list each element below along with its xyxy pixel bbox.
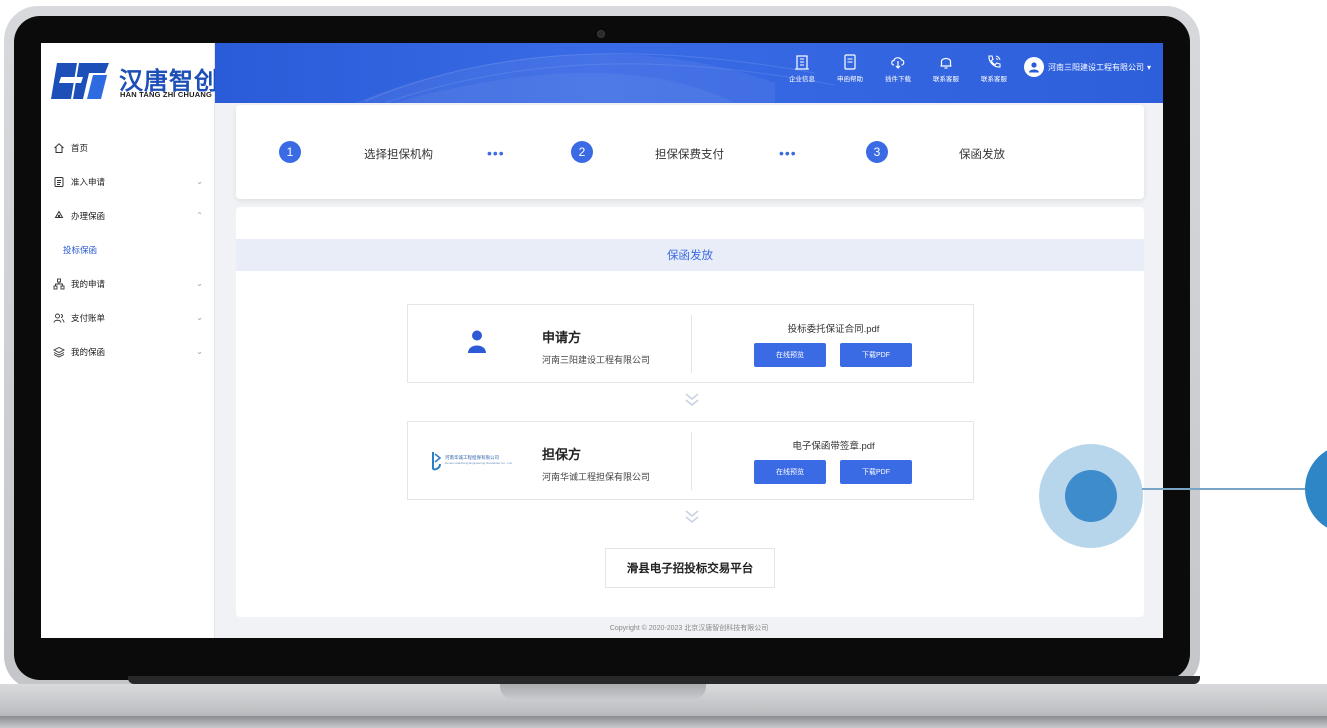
step-3: 3 <box>866 141 888 163</box>
section-title: 保函发放 <box>236 239 1144 271</box>
applicant-file-name: 投标委托保证合同.pdf <box>787 324 880 335</box>
sidebar-item-my-applications[interactable]: 我的申请 ⌄ <box>41 267 215 301</box>
avatar <box>1023 57 1044 77</box>
recycle-icon <box>53 210 65 222</box>
chevron-down-icon: ⌄ <box>196 279 203 288</box>
copyright: Copyright © 2020-2023 北京汉唐智创科技有限公司 <box>609 625 769 632</box>
app-screen: 汉唐智创 HAN TANG ZHI CHUANG 首页 准入申请 ⌄ 办理保函 … <box>41 43 1163 638</box>
sidebar-subitem-bid-guarantee[interactable]: 投标保函 <box>41 233 215 267</box>
guarantor-role: 担保方 <box>542 447 582 462</box>
sidebar-item-bills[interactable]: 支付账单 ⌄ <box>41 301 215 335</box>
building-icon <box>794 55 809 70</box>
applicant-person-icon <box>468 330 486 353</box>
double-chevron-down-icon <box>685 510 699 524</box>
toolbar-label: 联系客服 <box>980 76 1007 83</box>
highlight-dot <box>1065 470 1117 522</box>
sidebar-item-my-guarantees[interactable]: 我的保函 ⌄ <box>41 335 215 369</box>
contact-support-button[interactable]: 联系客服 <box>922 53 970 83</box>
applicant-panel: 申请方 河南三阳建设工程有限公司 投标委托保证合同.pdf 在线预览 下载PDF <box>407 304 974 383</box>
sidebar-item-label: 我的保函 <box>71 347 106 357</box>
applicant-preview-button[interactable]: 在线预览 <box>754 343 826 367</box>
laptop-hinge <box>128 676 1200 684</box>
guarantor-logo-icon <box>432 452 442 471</box>
bell-icon <box>940 57 952 69</box>
user-name: 河南三阳建设工程有限公司 <box>1047 62 1144 72</box>
guarantor-logo-english: Henan Huacheng Engineering Guarantee Co.… <box>445 461 513 465</box>
sidebar-item-home[interactable]: 首页 <box>41 131 215 165</box>
sidebar-item-label: 办理保函 <box>71 211 106 221</box>
sidebar-item-label: 我的申请 <box>71 279 106 289</box>
logo[interactable]: 汉唐智创 HAN TANG ZHI CHUANG <box>49 57 218 107</box>
applicant-org: 河南三阳建设工程有限公司 <box>542 355 651 365</box>
plugin-download-button[interactable]: 插件下载 <box>874 53 922 83</box>
sidebar-item-label: 首页 <box>71 143 89 153</box>
sidebar-item-label: 准入申请 <box>71 177 106 187</box>
help-doc-icon <box>844 54 856 70</box>
sidebar-nav: 首页 准入申请 ⌄ 办理保函 ⌃ 投标保函 我的申请 ⌄ 支付账单 ⌄ 我的保函… <box>41 131 215 369</box>
laptop-notch <box>500 684 706 700</box>
logo-subtitle: HAN TANG ZHI CHUANG <box>120 90 212 99</box>
step-3-label: 保函发放 <box>959 149 1005 161</box>
guarantor-file-name: 电子保函带签章.pdf <box>792 441 875 452</box>
step-connector-dots: ••• <box>779 145 797 161</box>
camera-icon <box>597 30 605 38</box>
step-number: 1 <box>279 141 301 163</box>
main-content: 1 选择担保机构 ••• 2 担保保费支付 ••• 3 保函发放 保函发放 申请… <box>215 103 1163 638</box>
guarantor-panel: 河南华诚工程担保有限公司 Henan Huacheng Engineering … <box>407 421 974 500</box>
laptop-mockup: 汉唐智创 HAN TANG ZHI CHUANG 首页 准入申请 ⌄ 办理保函 … <box>0 0 1327 728</box>
caret-down-icon: ▾ <box>1146 62 1151 72</box>
logo-mark-icon <box>51 63 109 99</box>
user-icon <box>1028 62 1039 73</box>
sidebar-item-label: 支付账单 <box>71 313 106 323</box>
step-1-label: 选择担保机构 <box>364 149 433 161</box>
sidebar-item-admission[interactable]: 准入申请 ⌄ <box>41 165 215 199</box>
guarantor-org: 河南华诚工程担保有限公司 <box>542 472 651 482</box>
step-1: 1 <box>279 141 301 163</box>
pointer-line <box>1142 488 1318 490</box>
toolbar-label: 申函帮助 <box>836 76 863 83</box>
sidebar: 汉唐智创 HAN TANG ZHI CHUANG 首页 准入申请 ⌄ 办理保函 … <box>41 43 218 638</box>
header-toolbar: 企业信息 申函帮助 插件下载 联系客服 联系客服 河南三阳建设工程有限公司 ▾ <box>778 53 1151 83</box>
double-chevron-down-icon <box>685 393 699 407</box>
home-icon <box>53 142 65 154</box>
step-2-label: 担保保费支付 <box>655 149 724 161</box>
step-number: 2 <box>571 141 593 163</box>
laptop-base-edge <box>0 716 1327 728</box>
contact-phone-button[interactable]: 联系客服 <box>970 53 1018 83</box>
chevron-up-icon: ⌃ <box>196 211 203 220</box>
chevron-down-icon: ⌄ <box>196 177 203 186</box>
step-2: 2 <box>571 141 593 163</box>
step-number: 3 <box>866 141 888 163</box>
platform-box: 滑县电子招投标交易平台 <box>605 548 775 588</box>
org-chart-icon <box>53 278 65 290</box>
toolbar-label: 插件下载 <box>884 76 911 83</box>
phone-icon <box>988 55 1001 68</box>
help-button[interactable]: 申函帮助 <box>826 53 874 83</box>
guarantor-preview-button[interactable]: 在线预览 <box>754 460 826 484</box>
issuance-card: 保函发放 申请方 河南三阳建设工程有限公司 投标委托保证合同.pdf 在线预览 … <box>236 207 1144 617</box>
users-icon <box>53 312 65 324</box>
applicant-download-button[interactable]: 下载PDF <box>840 343 912 367</box>
cloud-download-icon <box>891 57 905 69</box>
chevron-down-icon: ⌄ <box>196 347 203 356</box>
chevron-down-icon: ⌄ <box>196 313 203 322</box>
guarantor-download-button[interactable]: 下载PDF <box>840 460 912 484</box>
top-bar: 企业信息 申函帮助 插件下载 联系客服 联系客服 河南三阳建设工程有限公司 ▾ <box>215 43 1163 103</box>
applicant-role: 申请方 <box>542 330 582 345</box>
layers-icon <box>53 346 65 358</box>
toolbar-label: 企业信息 <box>788 76 815 83</box>
toolbar-label: 联系客服 <box>932 76 959 83</box>
step-connector-dots: ••• <box>487 145 505 161</box>
enterprise-info-button[interactable]: 企业信息 <box>778 53 826 83</box>
user-menu[interactable]: 河南三阳建设工程有限公司 ▾ <box>1023 57 1151 77</box>
document-icon <box>53 176 65 188</box>
steps-card: 1 选择担保机构 ••• 2 担保保费支付 ••• 3 保函发放 <box>236 105 1144 199</box>
edge-callout-circle <box>1305 444 1327 534</box>
sidebar-item-guarantee[interactable]: 办理保函 ⌃ <box>41 199 215 233</box>
